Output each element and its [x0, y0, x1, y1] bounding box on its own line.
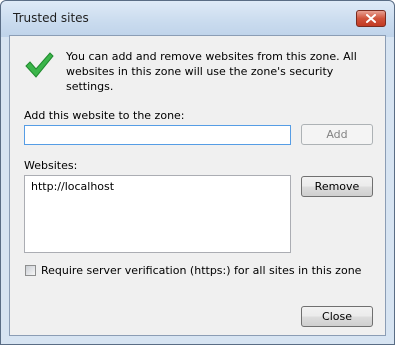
dialog-body: You can add and remove websites from thi…: [9, 35, 386, 336]
https-verification-checkbox[interactable]: [25, 265, 36, 276]
window-close-button[interactable]: [356, 10, 386, 27]
info-text: You can add and remove websites from thi…: [66, 50, 357, 93]
https-verification-label: Require server verification (https:) for…: [41, 264, 362, 277]
title-bar: Trusted sites: [1, 1, 394, 37]
add-button[interactable]: Add: [301, 124, 373, 145]
list-item[interactable]: http://localhost: [31, 180, 114, 193]
green-check-icon: [25, 52, 54, 78]
add-website-input[interactable]: [24, 125, 291, 145]
trusted-sites-dialog: Trusted sites You can add and remove web…: [0, 0, 395, 345]
close-icon: [366, 14, 376, 23]
close-button[interactable]: Close: [301, 306, 373, 327]
websites-label: Websites:: [24, 159, 78, 172]
remove-button[interactable]: Remove: [301, 176, 373, 197]
window-title: Trusted sites: [13, 11, 89, 25]
add-website-label: Add this website to the zone:: [24, 109, 185, 122]
websites-list[interactable]: http://localhost: [24, 175, 291, 253]
